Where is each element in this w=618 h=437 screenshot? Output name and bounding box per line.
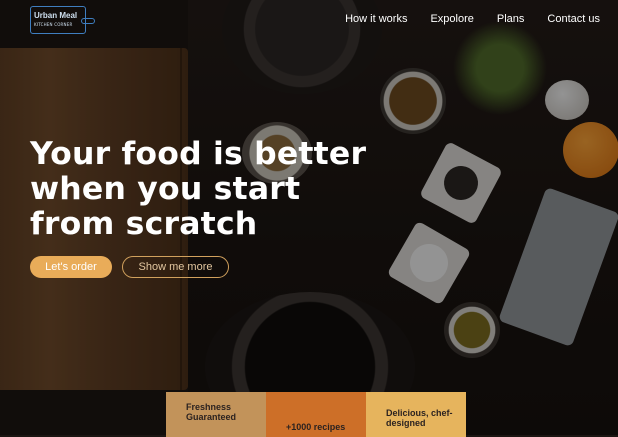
logo-subtitle: KITCHEN CORNER xyxy=(34,22,73,27)
hero-title: Your food is better when you start from … xyxy=(30,136,367,242)
show-me-more-button[interactable]: Show me more xyxy=(122,256,229,278)
brand-logo[interactable]: Urban Meal KITCHEN CORNER xyxy=(30,6,95,34)
nav-link-explore[interactable]: Expolore xyxy=(430,13,473,25)
feature-card-recipes: +1000 recipes xyxy=(266,392,366,437)
nav-link-contact[interactable]: Contact us xyxy=(547,13,600,25)
nav-links: How it works Expolore Plans Contact us xyxy=(345,13,600,25)
feature-card-freshness: Freshness Guaranteed xyxy=(166,392,266,437)
feature-card-chef: Delicious, chef-designed xyxy=(366,392,466,437)
top-nav: Urban Meal KITCHEN CORNER How it works E… xyxy=(0,0,618,40)
feature-cards: Freshness Guaranteed +1000 recipes Delic… xyxy=(166,392,466,437)
nav-link-how-it-works[interactable]: How it works xyxy=(345,13,407,25)
logo-title: Urban Meal xyxy=(34,11,78,20)
pan-handle-icon xyxy=(81,18,95,24)
lets-order-button[interactable]: Let's order xyxy=(30,256,112,278)
nav-link-plans[interactable]: Plans xyxy=(497,13,525,25)
